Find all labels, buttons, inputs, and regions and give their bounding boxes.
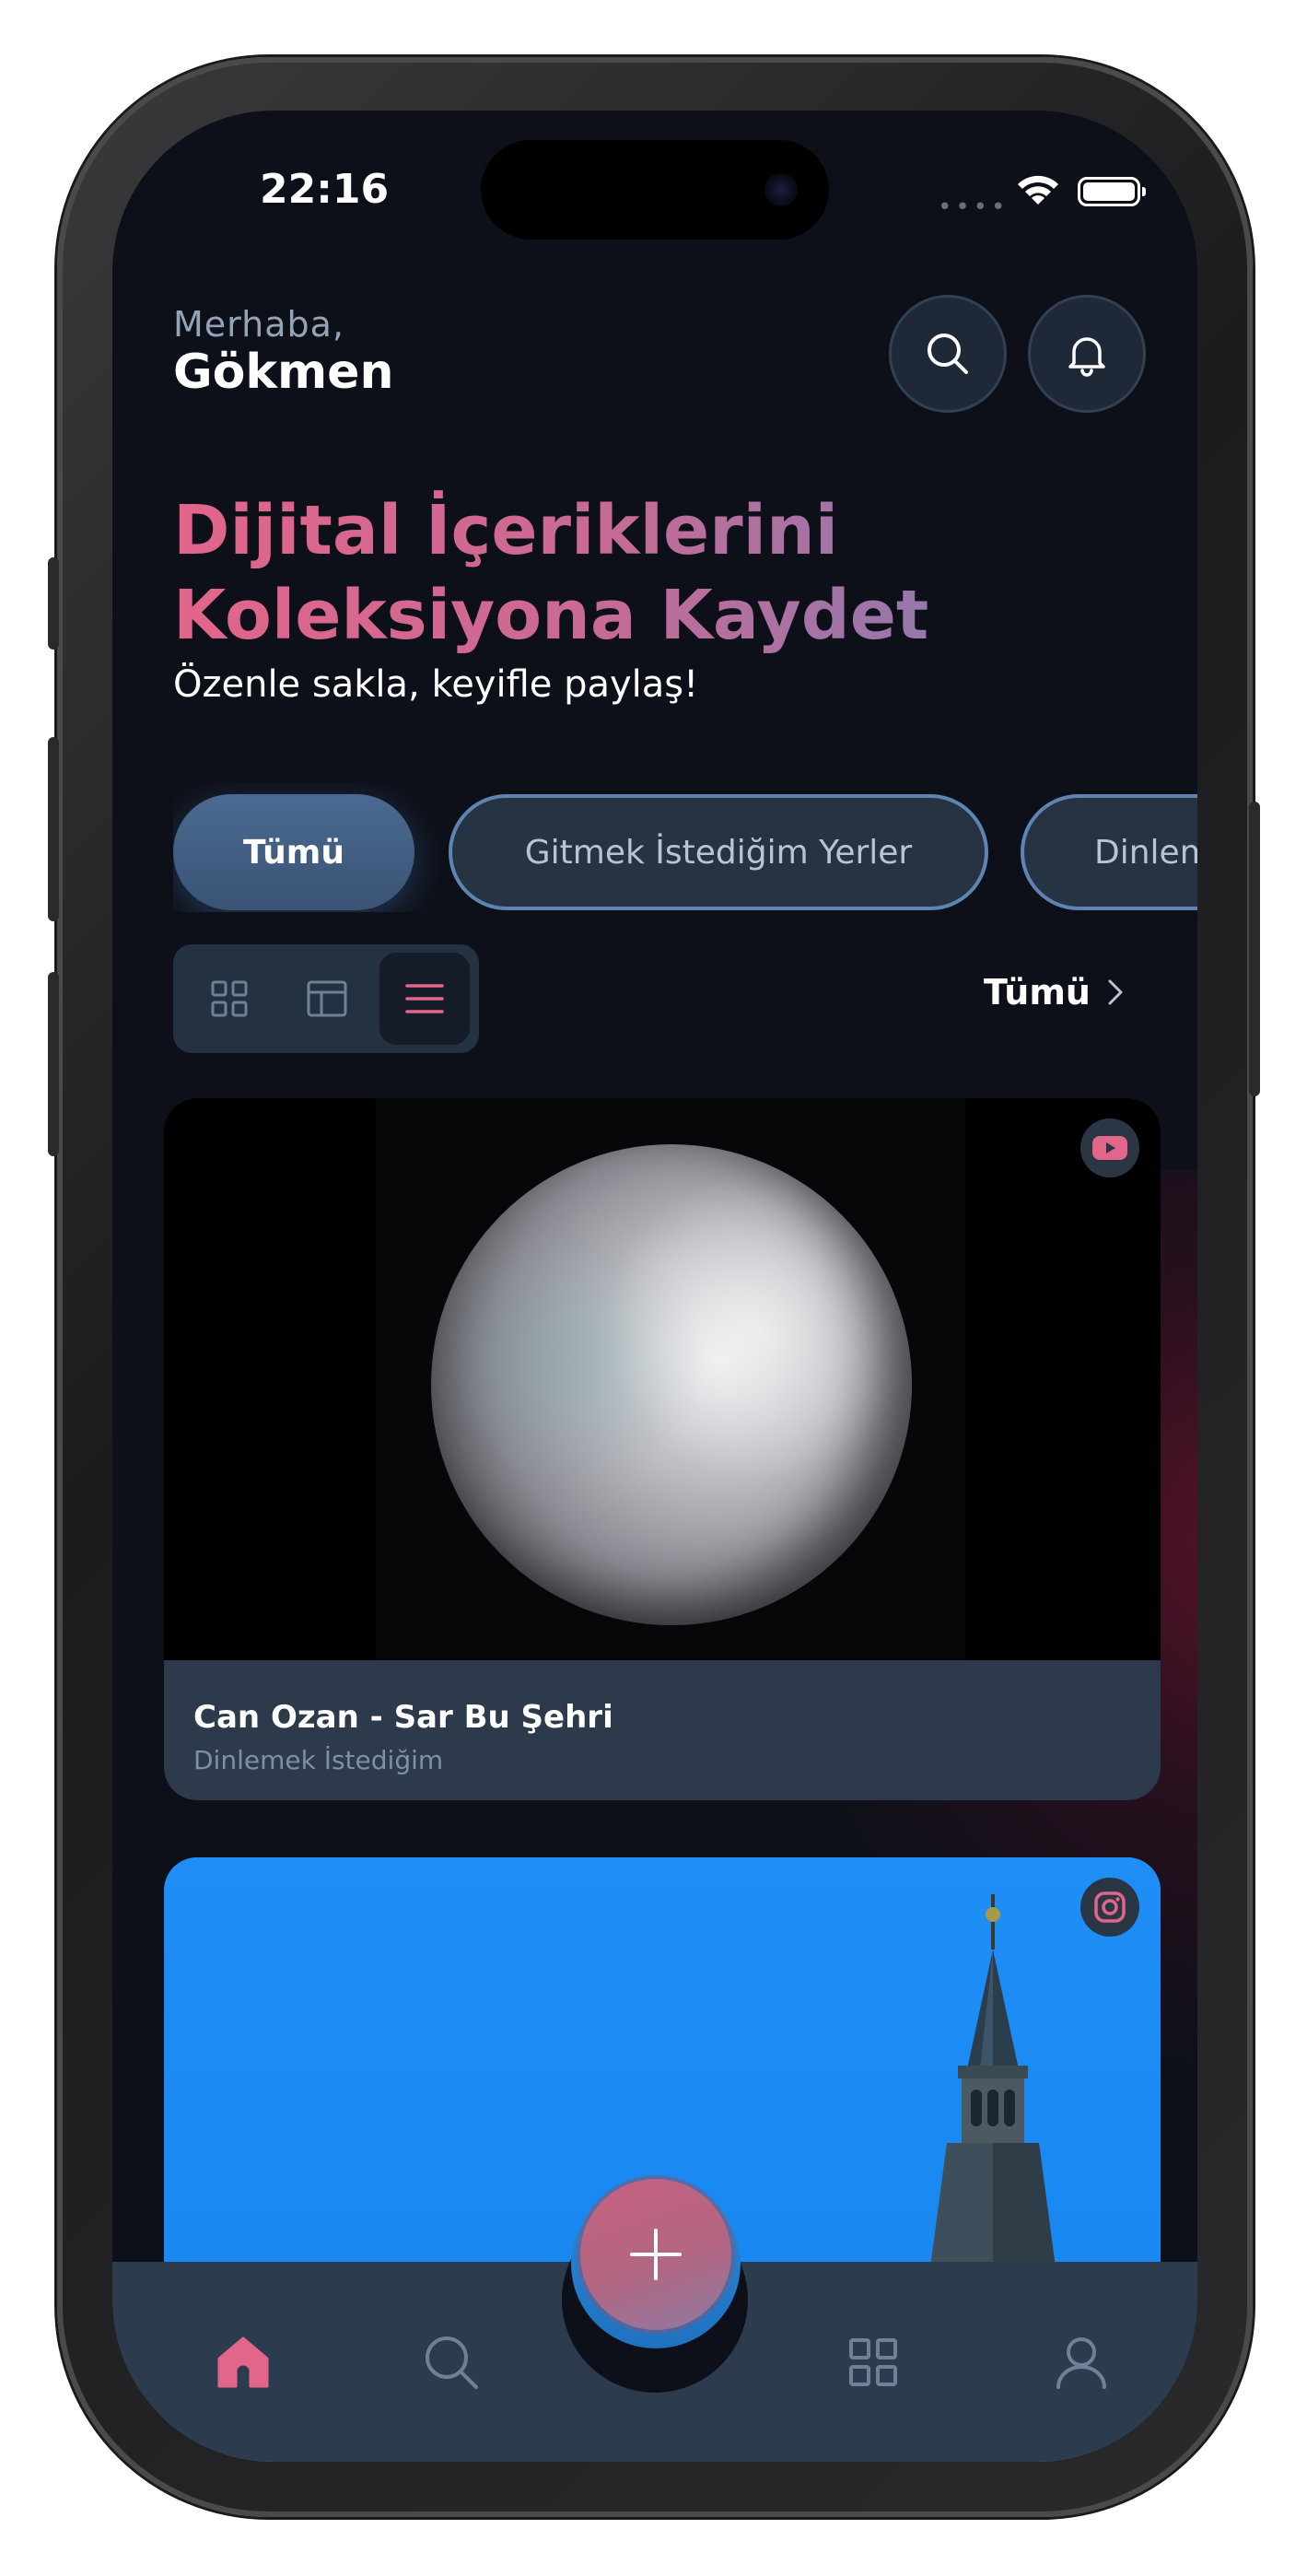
notifications-button[interactable] bbox=[1028, 295, 1146, 413]
status-indicators: •••• bbox=[938, 173, 1146, 221]
list-view-button[interactable] bbox=[379, 953, 470, 1045]
see-all-link[interactable]: Tümü bbox=[984, 972, 1124, 1013]
card-info: Can Ozan - Sar Bu Şehri Dinlemek İstediğ… bbox=[193, 1699, 613, 1775]
card-view-button[interactable] bbox=[282, 953, 372, 1045]
grid-view-button[interactable] bbox=[184, 953, 274, 1045]
filter-chips: Tümü Gitmek İstediğim Yerler Dinlemek İs… bbox=[173, 783, 1197, 912]
add-button[interactable] bbox=[580, 2179, 731, 2330]
greeting: Merhaba, Gökmen bbox=[173, 304, 393, 400]
grid-icon bbox=[849, 2338, 897, 2386]
bell-icon bbox=[1068, 337, 1105, 377]
see-all-label: Tümü bbox=[983, 972, 1091, 1013]
search-icon bbox=[426, 2336, 478, 2389]
view-mode-toggle bbox=[173, 944, 479, 1053]
filter-chip-listen[interactable]: Dinlemek İstediğim bbox=[1021, 794, 1197, 910]
youtube-icon bbox=[1092, 1136, 1127, 1160]
layout-icon bbox=[307, 980, 347, 1017]
search-button[interactable] bbox=[889, 295, 1007, 413]
grid-icon bbox=[211, 980, 248, 1017]
filter-chip-places[interactable]: Gitmek İstediğim Yerler bbox=[449, 794, 988, 910]
tab-collections[interactable] bbox=[840, 2329, 906, 2395]
user-name: Gökmen bbox=[173, 345, 394, 400]
app-screen: 22:16 •••• Merhaba, Gökmen Dijital İçeri… bbox=[112, 111, 1197, 2462]
card-title: Can Ozan - Sar Bu Şehri bbox=[193, 1699, 613, 1736]
plus-icon bbox=[630, 2229, 682, 2280]
cellular-signal-icon: •••• bbox=[938, 193, 1009, 221]
source-badge bbox=[1080, 1118, 1139, 1177]
home-icon bbox=[217, 2336, 269, 2388]
card-thumbnail bbox=[164, 1098, 1161, 1660]
source-badge bbox=[1080, 1878, 1139, 1937]
hero-title-line1: Dijital İçeriklerini bbox=[173, 491, 839, 570]
search-icon bbox=[928, 334, 968, 374]
filter-chip-all[interactable]: Tümü bbox=[173, 794, 414, 910]
filter-chip-listen-label: Dinlemek İstediğim bbox=[1094, 833, 1197, 872]
moon-image bbox=[431, 1144, 912, 1625]
card-category: Dinlemek İstediğim bbox=[193, 1745, 444, 1775]
hero-title: Dijital İçeriklerini Koleksiyona Kaydet bbox=[173, 488, 1094, 658]
front-camera bbox=[764, 173, 798, 206]
hero-subtitle: Özenle sakla, keyifle paylaş! bbox=[173, 663, 699, 706]
instagram-icon bbox=[1094, 1891, 1126, 1923]
tab-home[interactable] bbox=[210, 2329, 276, 2395]
volume-down-button bbox=[48, 972, 59, 1156]
action-button bbox=[48, 557, 59, 650]
content-card[interactable]: Can Ozan - Sar Bu Şehri Dinlemek İstediğ… bbox=[164, 1098, 1161, 1800]
status-time: 22:16 bbox=[260, 166, 390, 213]
power-button bbox=[1249, 802, 1260, 1096]
dynamic-island bbox=[481, 140, 829, 240]
tab-search[interactable] bbox=[418, 2329, 484, 2395]
wifi-icon bbox=[1018, 175, 1058, 205]
chevron-right-icon bbox=[1108, 979, 1123, 1005]
tower-image bbox=[928, 1894, 1057, 2281]
volume-up-button bbox=[48, 737, 59, 921]
battery-icon bbox=[1078, 177, 1146, 206]
tab-profile[interactable] bbox=[1048, 2329, 1114, 2395]
list-icon bbox=[405, 984, 444, 1013]
profile-icon bbox=[1056, 2337, 1106, 2389]
hero-title-line2: Koleksiyona Kaydet bbox=[173, 576, 929, 655]
greeting-text: Merhaba, bbox=[173, 304, 344, 345]
